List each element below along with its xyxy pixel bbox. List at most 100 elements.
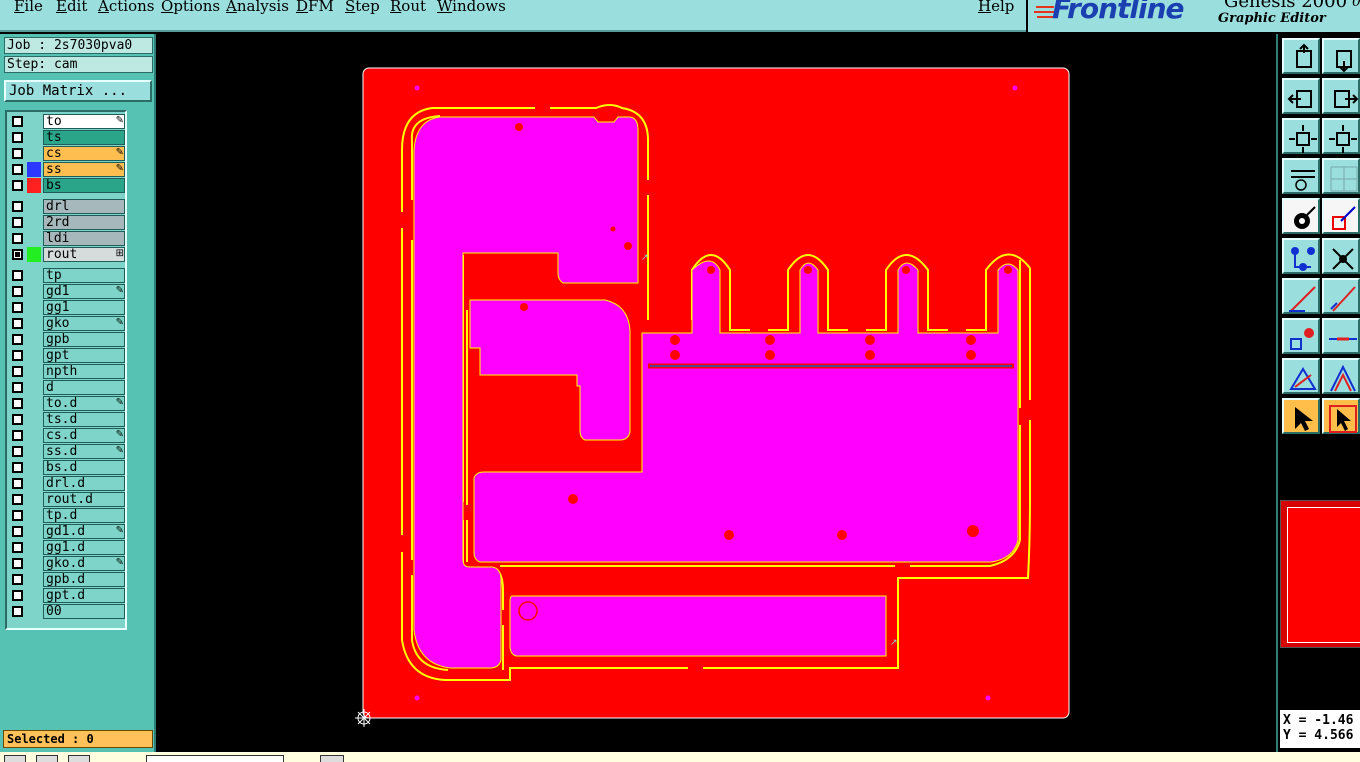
layer-name[interactable]: gpb [43, 332, 125, 347]
layer-row-ts-d[interactable]: ts.d [9, 412, 125, 427]
job-matrix-button[interactable]: Job Matrix ... [4, 80, 152, 102]
bottom-button[interactable] [4, 755, 26, 762]
layer-row-00[interactable]: 00 [9, 604, 125, 619]
layer-name[interactable]: tp.d [43, 508, 125, 523]
edit-shape-button[interactable] [1322, 198, 1360, 234]
menu-rout[interactable]: Rout [390, 0, 426, 15]
pad-button[interactable] [1282, 318, 1320, 354]
select-arrow-button[interactable] [1282, 398, 1320, 434]
layer-row-ts[interactable]: ts [9, 130, 125, 145]
zoom-in-button[interactable] [1282, 118, 1320, 154]
pan-left-button[interactable] [1282, 78, 1320, 114]
layer-name[interactable]: gpt [43, 348, 125, 363]
layer-name[interactable]: cs [43, 146, 125, 161]
snap-point-button[interactable] [1282, 198, 1320, 234]
layer-checkbox[interactable] [12, 382, 23, 393]
zoom-back-button[interactable] [1322, 38, 1360, 74]
layer-color-swatch[interactable] [27, 178, 41, 193]
bottom-button[interactable] [36, 755, 58, 762]
layer-name[interactable]: bs [43, 178, 125, 193]
layer-checkbox[interactable] [12, 148, 23, 159]
layer-checkbox[interactable] [12, 414, 23, 425]
layer-checkbox[interactable] [12, 350, 23, 361]
layer-name[interactable]: 00 [43, 604, 125, 619]
layer-checkbox[interactable] [12, 249, 23, 260]
layer-name[interactable]: gpt.d [43, 588, 125, 603]
overview-thumbnail[interactable] [1280, 500, 1360, 648]
bottom-button[interactable] [320, 755, 344, 762]
layer-row-ss[interactable]: ss ✎ [9, 162, 125, 177]
layer-checkbox[interactable] [12, 590, 23, 601]
layer-row-bs[interactable]: bs [9, 178, 125, 193]
layer-row-cs[interactable]: cs ✎ [9, 146, 125, 161]
layer-row-gpb-d[interactable]: gpb.d [9, 572, 125, 587]
zoom-home-button[interactable] [1282, 38, 1320, 74]
layer-checkbox[interactable] [12, 132, 23, 143]
layer-row-gpt[interactable]: gpt [9, 348, 125, 363]
menu-dfm[interactable]: DFM [296, 0, 334, 15]
layer-name[interactable]: gko [43, 316, 125, 331]
menu-options[interactable]: Options [161, 0, 220, 15]
command-input[interactable] [146, 755, 284, 762]
menu-actions[interactable]: Actions [98, 0, 154, 15]
layer-checkbox[interactable] [12, 510, 23, 521]
layer-checkbox[interactable] [12, 494, 23, 505]
layer-checkbox[interactable] [12, 334, 23, 345]
layer-row-ss-d[interactable]: ss.d ✎ [9, 444, 125, 459]
layer-name[interactable]: gd1.d [43, 524, 125, 539]
layer-row-gg1[interactable]: gg1 [9, 300, 125, 315]
layer-name[interactable]: rout [43, 247, 125, 262]
layer-name[interactable]: bs.d [43, 460, 125, 475]
layer-checkbox[interactable] [12, 542, 23, 553]
layer-name[interactable]: gko.d [43, 556, 125, 571]
select-box-button[interactable] [1322, 398, 1360, 434]
layer-row-2rd[interactable]: 2rd [9, 215, 125, 230]
layer-checkbox[interactable] [12, 462, 23, 473]
delete-node-button[interactable] [1322, 238, 1360, 274]
menu-analysis[interactable]: Analysis [226, 0, 289, 15]
layer-row-tp[interactable]: tp [9, 268, 125, 283]
layer-name[interactable]: gg1.d [43, 540, 125, 555]
segment-button[interactable] [1322, 318, 1360, 354]
layer-checkbox[interactable] [12, 180, 23, 191]
grid-button[interactable] [1322, 158, 1360, 194]
layer-color-swatch[interactable] [27, 247, 41, 262]
layer-row-rout-d[interactable]: rout.d [9, 492, 125, 507]
layer-row-tp-d[interactable]: tp.d [9, 508, 125, 523]
layer-checkbox[interactable] [12, 366, 23, 377]
layer-row-drl-d[interactable]: drl.d [9, 476, 125, 491]
layer-checkbox[interactable] [12, 164, 23, 175]
layer-name[interactable]: ss.d [43, 444, 125, 459]
layer-name[interactable]: npth [43, 364, 125, 379]
layer-row-bs-d[interactable]: bs.d [9, 460, 125, 475]
layer-name[interactable]: gd1 [43, 284, 125, 299]
layer-name[interactable]: ts.d [43, 412, 125, 427]
layer-row-to[interactable]: to ✎ [9, 114, 125, 129]
layer-checkbox[interactable] [12, 558, 23, 569]
layer-row-to-d[interactable]: to.d ✎ [9, 396, 125, 411]
layer-name[interactable]: drl [43, 199, 125, 214]
layer-row-gpt-d[interactable]: gpt.d [9, 588, 125, 603]
pan-right-button[interactable] [1322, 78, 1360, 114]
menu-help[interactable]: Help [978, 0, 1014, 15]
layer-row-d[interactable]: d [9, 380, 125, 395]
layer-checkbox[interactable] [12, 217, 23, 228]
layer-checkbox[interactable] [12, 430, 23, 441]
layer-name[interactable]: rout.d [43, 492, 125, 507]
layer-checkbox[interactable] [12, 302, 23, 313]
layer-name[interactable]: ss [43, 162, 125, 177]
graphic-canvas[interactable]: ↗ ↗ [156, 34, 1276, 752]
move-line-button[interactable] [1322, 278, 1360, 314]
layer-checkbox[interactable] [12, 318, 23, 329]
layer-checkbox[interactable] [12, 574, 23, 585]
measure-button[interactable] [1282, 158, 1320, 194]
layer-row-gko-d[interactable]: gko.d ✎ [9, 556, 125, 571]
bottom-button[interactable] [68, 755, 90, 762]
connect-nodes-button[interactable] [1282, 238, 1320, 274]
layer-name[interactable]: ts [43, 130, 125, 145]
layer-checkbox[interactable] [12, 270, 23, 281]
layer-row-gko[interactable]: gko ✎ [9, 316, 125, 331]
layer-row-rout[interactable]: rout ⊞ [9, 247, 125, 262]
layer-checkbox[interactable] [12, 478, 23, 489]
layer-name[interactable]: d [43, 380, 125, 395]
